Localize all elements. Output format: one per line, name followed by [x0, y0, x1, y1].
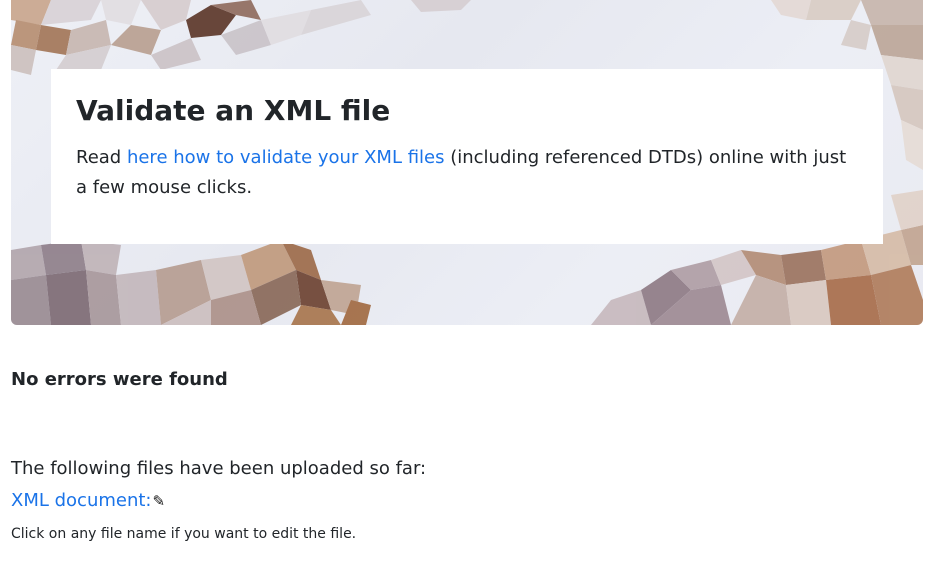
intro-text: Read here how to validate your XML files…: [76, 143, 858, 203]
pencil-icon[interactable]: ✎: [153, 492, 166, 510]
uploaded-files-heading: The following files have been uploaded s…: [11, 458, 427, 479]
validation-status: No errors were found: [11, 369, 228, 390]
validation-help-link[interactable]: here how to validate your XML files: [127, 147, 445, 168]
edit-hint: Click on any file name if you want to ed…: [11, 526, 357, 542]
intro-prefix: Read: [76, 147, 127, 168]
xml-document-link[interactable]: XML document:: [11, 490, 152, 511]
page-title: Validate an XML file: [76, 94, 391, 127]
hero-banner: Validate an XML file Read here how to va…: [11, 0, 923, 325]
uploaded-file-item: XML document:✎: [11, 490, 165, 511]
intro-card: Validate an XML file Read here how to va…: [51, 69, 883, 244]
